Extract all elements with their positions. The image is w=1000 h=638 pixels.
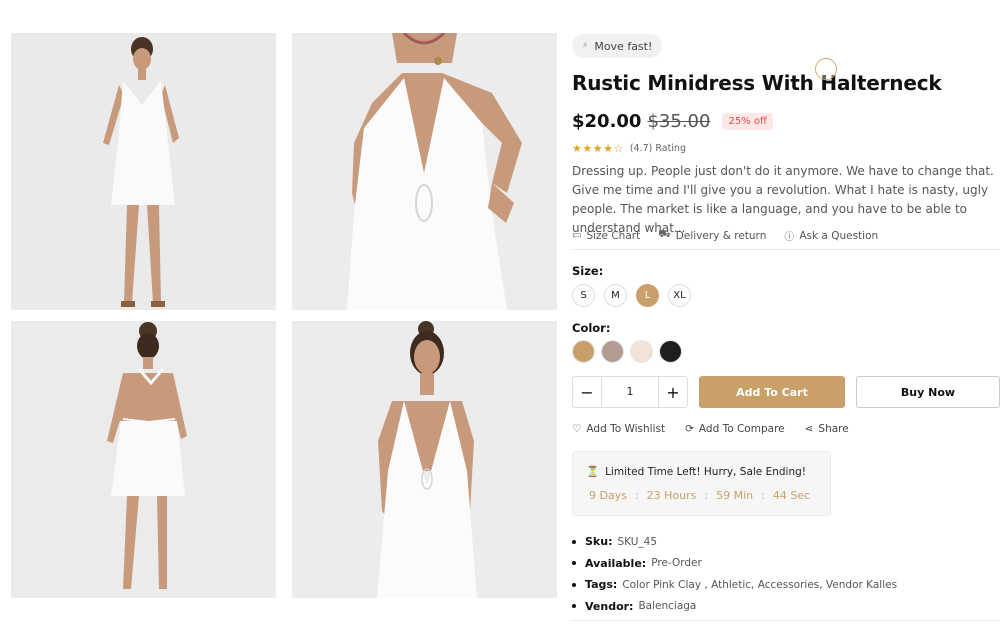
color-label: Color: bbox=[572, 321, 611, 335]
vendor-label: Vendor: bbox=[585, 599, 634, 613]
color-swatch-black[interactable] bbox=[659, 340, 682, 363]
product-gallery bbox=[11, 33, 557, 599]
meta-available: Available: Pre-Order bbox=[572, 553, 897, 575]
meta-tags: Tags: Color Pink Clay , Athletic, Access… bbox=[572, 574, 897, 596]
compare-label: Add To Compare bbox=[698, 423, 785, 435]
size-label: Size: bbox=[572, 264, 604, 278]
info-links: ▭ Size Chart ⛟ Delivery & return ⓘ Ask a… bbox=[572, 228, 878, 243]
sku-value: SKU_45 bbox=[617, 535, 658, 548]
add-to-compare-link[interactable]: ⟳ Add To Compare bbox=[685, 423, 785, 435]
size-option-m[interactable]: M bbox=[604, 284, 627, 307]
model-front-full-illustration bbox=[11, 33, 276, 310]
share-link[interactable]: ⋖ Share bbox=[805, 423, 849, 435]
product-description: Dressing up. People just don't do it any… bbox=[572, 164, 994, 235]
product-info-panel: ⚡ Move fast! Rustic Minidress With Halte… bbox=[572, 33, 1000, 633]
ruler-icon: ▭ bbox=[572, 230, 582, 241]
product-title: Rustic Minidress With Halterneck bbox=[572, 71, 942, 95]
sku-label: Sku: bbox=[585, 535, 613, 549]
size-option-s[interactable]: S bbox=[572, 284, 595, 307]
rating-text: (4.7) Rating bbox=[629, 143, 686, 154]
add-to-cart-button[interactable]: Add To Cart bbox=[699, 376, 845, 408]
divider bbox=[572, 249, 1000, 250]
vendor-value[interactable]: Balenciaga bbox=[638, 600, 696, 612]
meta-vendor: Vendor: Balenciaga bbox=[572, 596, 897, 618]
product-actions: ♡ Add To Wishlist ⟳ Add To Compare ⋖ Sha… bbox=[572, 423, 849, 435]
cursor-ring bbox=[815, 58, 837, 80]
size-chart-link[interactable]: ▭ Size Chart bbox=[572, 228, 640, 243]
countdown-days: 9 Days bbox=[589, 489, 627, 502]
tags-value[interactable]: Color Pink Clay , Athletic, Accessories,… bbox=[622, 579, 897, 591]
ask-question-label: Ask a Question bbox=[799, 229, 879, 242]
color-swatch-taupe[interactable] bbox=[601, 340, 624, 363]
divider bbox=[572, 620, 1000, 621]
model-three-quarter-illustration bbox=[292, 321, 557, 598]
compare-icon: ⟳ bbox=[685, 423, 694, 435]
ask-question-link[interactable]: ⓘ Ask a Question bbox=[784, 228, 879, 244]
countdown-separator: : bbox=[634, 489, 639, 502]
delivery-return-link[interactable]: ⛟ Delivery & return bbox=[658, 228, 766, 243]
quantity-stepper: − 1 + bbox=[572, 376, 688, 408]
model-back-illustration bbox=[11, 321, 276, 598]
move-fast-badge: ⚡ Move fast! bbox=[572, 34, 663, 58]
size-selector: S M L XL bbox=[572, 284, 691, 307]
rating-row: ★★★★☆ (4.7) Rating bbox=[572, 142, 686, 155]
heart-icon: ♡ bbox=[572, 423, 582, 435]
sale-countdown-box: ⏳ Limited Time Left! Hurry, Sale Ending!… bbox=[572, 451, 831, 516]
color-swatch-tan[interactable] bbox=[572, 340, 595, 363]
available-value: Pre-Order bbox=[651, 557, 702, 570]
countdown-separator: : bbox=[761, 489, 765, 502]
color-selector bbox=[572, 340, 682, 363]
meta-sku: Sku: SKU_45 bbox=[572, 531, 897, 553]
discount-badge: 25% off bbox=[722, 113, 773, 130]
buy-now-button[interactable]: Buy Now bbox=[856, 376, 1000, 408]
delivery-label: Delivery & return bbox=[675, 229, 767, 242]
product-image-three-quarter[interactable] bbox=[292, 321, 557, 598]
share-label: Share bbox=[818, 423, 849, 435]
countdown-minutes: 59 Min bbox=[716, 489, 754, 502]
sale-title-text: Limited Time Left! Hurry, Sale Ending! bbox=[605, 465, 807, 478]
question-icon: ⓘ bbox=[784, 232, 795, 243]
add-to-wishlist-link[interactable]: ♡ Add To Wishlist bbox=[572, 423, 665, 435]
quantity-input[interactable]: 1 bbox=[601, 377, 659, 407]
hourglass-icon: ⏳ bbox=[586, 466, 600, 478]
countdown-timer: 9 Days : 23 Hours : 59 Min : 44 Sec bbox=[589, 489, 810, 502]
size-option-l[interactable]: L bbox=[636, 284, 659, 307]
countdown-hours: 23 Hours bbox=[646, 489, 697, 502]
model-front-closeup-illustration bbox=[292, 33, 557, 310]
color-swatch-cream[interactable] bbox=[630, 340, 653, 363]
share-icon: ⋖ bbox=[804, 423, 814, 435]
size-option-xl[interactable]: XL bbox=[668, 284, 691, 307]
countdown-seconds: 44 Sec bbox=[772, 489, 811, 502]
available-label: Available: bbox=[585, 556, 647, 570]
product-image-front-full[interactable] bbox=[11, 33, 276, 310]
countdown-separator: : bbox=[704, 489, 709, 502]
wishlist-label: Add To Wishlist bbox=[586, 423, 666, 435]
star-rating-icon: ★★★★☆ bbox=[572, 142, 624, 155]
product-image-front-closeup[interactable] bbox=[292, 33, 557, 310]
product-meta-list: Sku: SKU_45 Available: Pre-Order Tags: C… bbox=[572, 531, 897, 617]
product-image-back[interactable] bbox=[11, 321, 276, 598]
original-price: $35.00 bbox=[647, 111, 711, 132]
badge-label: Move fast! bbox=[594, 39, 653, 53]
current-price: $20.00 bbox=[572, 111, 642, 132]
size-chart-label: Size Chart bbox=[586, 229, 641, 242]
sale-title: ⏳ Limited Time Left! Hurry, Sale Ending! bbox=[586, 465, 807, 479]
tags-label: Tags: bbox=[585, 578, 618, 592]
price-row: $20.00 $35.00 25% off bbox=[572, 111, 773, 132]
bolt-icon: ⚡ bbox=[582, 41, 589, 51]
quantity-increase-button[interactable]: + bbox=[659, 377, 687, 407]
quantity-decrease-button[interactable]: − bbox=[573, 377, 601, 407]
truck-icon: ⛟ bbox=[658, 229, 671, 240]
